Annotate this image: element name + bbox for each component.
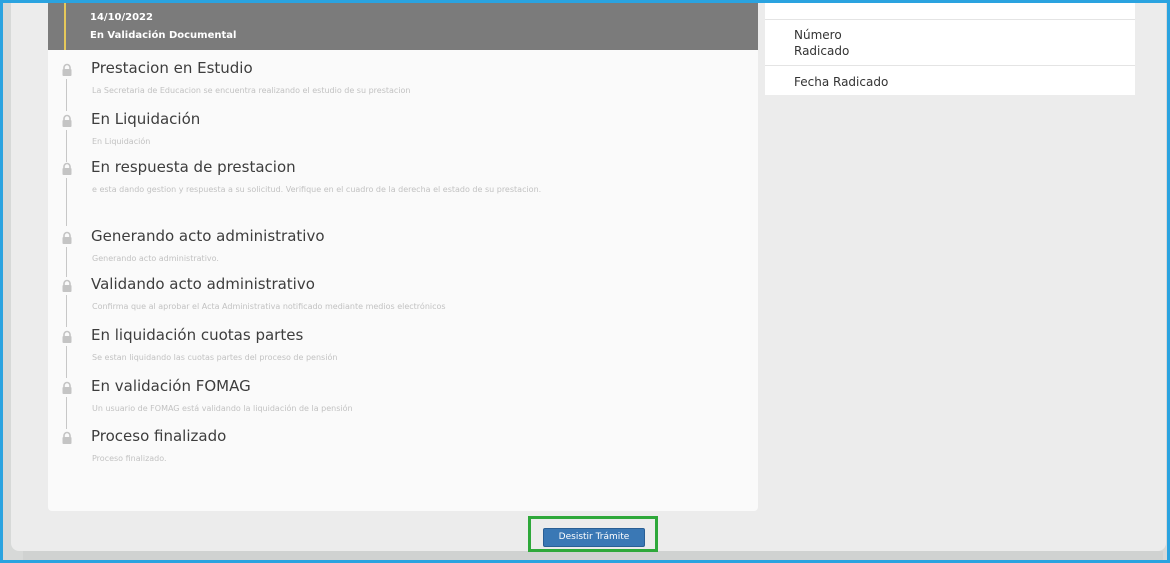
numero-radicado-label: Número Radicado xyxy=(794,28,850,58)
step-description: La Secretaria de Educacion se encuentra … xyxy=(92,86,411,95)
timeline-connector xyxy=(66,295,67,327)
lock-icon xyxy=(62,330,72,343)
step-title: En liquidación cuotas partes xyxy=(91,326,304,344)
timeline-connector xyxy=(66,247,67,277)
window-frame: 14/10/2022 En Validación Documental Pres… xyxy=(0,0,1170,563)
current-status-header: 14/10/2022 En Validación Documental xyxy=(48,3,758,50)
lock-icon xyxy=(62,63,72,76)
timeline-step-en-respuesta: En respuesta de prestacion e esta dando … xyxy=(48,158,758,228)
step-title: En Liquidación xyxy=(91,110,201,128)
step-description: Se estan liquidando las cuotas partes de… xyxy=(92,353,338,362)
lock-icon xyxy=(62,114,72,127)
current-status-state: En Validación Documental xyxy=(90,30,237,41)
step-title: En respuesta de prestacion xyxy=(91,158,296,176)
timeline-step-generando-acto: Generando acto administrativo Generando … xyxy=(48,227,758,277)
numero-radicado-row: Número Radicado xyxy=(765,19,1135,66)
timeline-step-proceso-finalizado: Proceso finalizado Proceso finalizado. xyxy=(48,427,758,473)
lock-icon xyxy=(62,431,72,444)
step-title: Proceso finalizado xyxy=(91,427,227,445)
timeline-connector xyxy=(66,346,67,378)
fecha-radicado-row: Fecha Radicado xyxy=(765,65,1135,96)
step-description: Confirma que al aprobar el Acta Administ… xyxy=(92,302,446,311)
highlight-box: Desistir Trámite xyxy=(528,516,658,552)
step-description: Proceso finalizado. xyxy=(92,454,167,463)
step-title: Prestacion en Estudio xyxy=(91,59,253,77)
timeline-step-en-liquidacion: En Liquidación En Liquidación xyxy=(48,110,758,162)
step-description: Un usuario de FOMAG está validando la li… xyxy=(92,404,353,413)
step-description: e esta dando gestion y respuesta a su so… xyxy=(92,185,542,194)
lock-icon xyxy=(62,162,72,175)
lock-icon xyxy=(62,279,72,292)
step-title: Validando acto administrativo xyxy=(91,275,315,293)
desistir-tramite-button[interactable]: Desistir Trámite xyxy=(543,528,645,547)
timeline-connector xyxy=(66,79,67,111)
timeline-step-validacion-fomag: En validación FOMAG Un usuario de FOMAG … xyxy=(48,377,758,429)
step-title: En validación FOMAG xyxy=(91,377,251,395)
fecha-radicado-label: Fecha Radicado xyxy=(794,75,889,89)
step-description: En Liquidación xyxy=(92,137,151,146)
step-title: Generando acto administrativo xyxy=(91,227,325,245)
current-status-date: 14/10/2022 xyxy=(90,12,153,23)
step-description: Generando acto administrativo. xyxy=(92,254,219,263)
radicado-info-card: Número Radicado Fecha Radicado xyxy=(765,3,1135,95)
lock-icon xyxy=(62,381,72,394)
timeline-step-prestacion-en-estudio: Prestacion en Estudio La Secretaria de E… xyxy=(48,59,758,111)
lock-icon xyxy=(62,231,72,244)
timeline-step-cuotas-partes: En liquidación cuotas partes Se estan li… xyxy=(48,326,758,378)
timeline-step-validando-acto: Validando acto administrativo Confirma q… xyxy=(48,275,758,327)
timeline-active-line xyxy=(64,3,66,50)
timeline-connector xyxy=(66,397,67,429)
panel-footer xyxy=(23,551,1163,560)
timeline-connector xyxy=(66,178,67,226)
